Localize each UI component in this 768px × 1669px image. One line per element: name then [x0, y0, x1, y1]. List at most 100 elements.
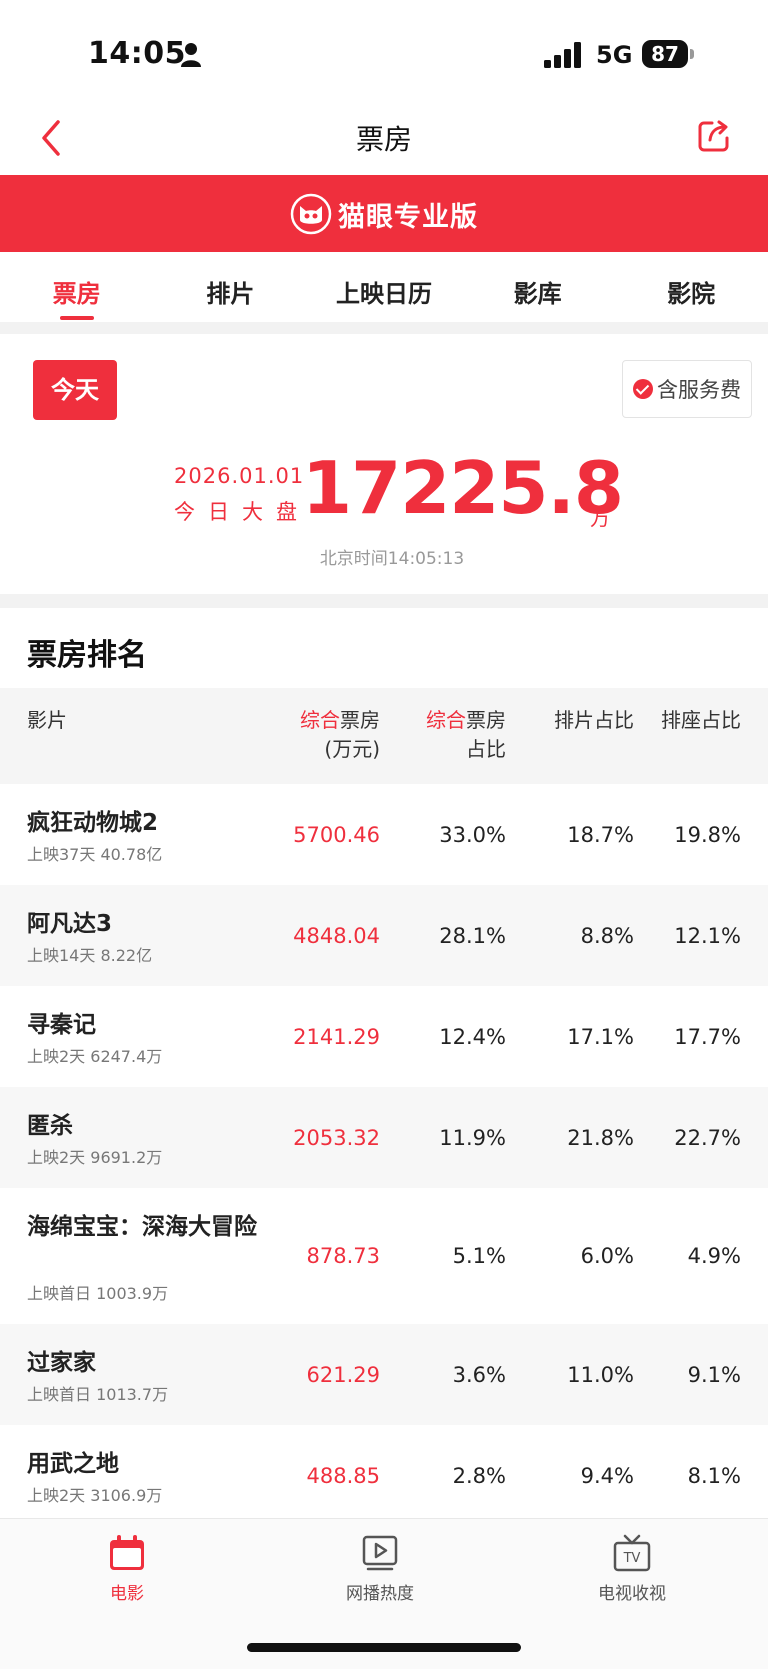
check-icon — [633, 379, 653, 399]
table-row[interactable]: 海绵宝宝：深海大冒险 上映首日 1003.9万 878.73 5.1% 6.0%… — [0, 1188, 768, 1324]
header-share-main: 票房 — [466, 708, 506, 732]
schedule-share-value: 9.4% — [580, 1463, 634, 1488]
tab-film-library[interactable]: 影库 — [461, 252, 615, 322]
box-share-value: 2.8% — [452, 1463, 506, 1488]
table-row[interactable]: 寻秦记 上映2天 6247.4万 2141.29 12.4% 17.1% 17.… — [0, 986, 768, 1087]
movie-name: 过家家 — [27, 1350, 96, 1376]
nav-bar: 票房 — [0, 110, 768, 176]
movie-release-info: 上映首日 1003.9万 — [27, 1284, 169, 1303]
seat-share-value: 9.1% — [687, 1362, 741, 1387]
update-time: 北京时间14:05:13 — [319, 549, 465, 569]
share-icon[interactable] — [696, 118, 732, 154]
person-icon — [181, 43, 201, 67]
divider — [0, 322, 768, 334]
table-row[interactable]: 过家家 上映首日 1013.7万 621.29 3.6% 11.0% 9.1% — [0, 1324, 768, 1425]
seat-share-value: 8.1% — [687, 1463, 741, 1488]
service-fee-label: 含服务费 — [657, 378, 741, 402]
schedule-share-value: 18.7% — [567, 822, 634, 847]
tab-release-calendar[interactable]: 上映日历 — [307, 252, 461, 322]
ranking-table: 疯狂动物城2 上映37天 40.78亿 5700.46 33.0% 18.7% … — [0, 784, 768, 1526]
movie-name: 寻秦记 — [27, 1012, 96, 1038]
header-box-prefix: 综合 — [300, 708, 340, 732]
box-share-value: 28.1% — [439, 923, 506, 948]
box-share-value: 5.1% — [452, 1244, 506, 1268]
status-bar: 14:05 5G 87 — [0, 0, 768, 110]
battery-icon: 87 — [642, 40, 688, 68]
box-share-value: 3.6% — [452, 1362, 506, 1387]
total-box-office: 17225.8 — [302, 446, 624, 530]
schedule-share-value: 21.8% — [567, 1125, 634, 1150]
box-office-value: 488.85 — [306, 1463, 380, 1488]
table-row[interactable]: 匿杀 上映2天 9691.2万 2053.32 11.9% 21.8% 22.7… — [0, 1087, 768, 1188]
box-share-value: 12.4% — [439, 1024, 506, 1049]
home-indicator[interactable] — [247, 1643, 521, 1652]
seat-share-value: 12.1% — [674, 923, 741, 948]
tab-box-office[interactable]: 票房 — [0, 252, 154, 322]
box-office-value: 4848.04 — [293, 923, 380, 948]
box-office-value: 5700.46 — [293, 822, 380, 847]
movie-release-info: 上映14天 8.22亿 — [27, 946, 153, 965]
header-box-share[interactable]: 综合票房 占比 — [426, 706, 506, 764]
movie-name: 疯狂动物城2 — [27, 810, 159, 836]
signal-icon — [544, 42, 581, 68]
movie-release-info: 上映首日 1013.7万 — [27, 1385, 169, 1404]
divider — [0, 594, 768, 608]
play-icon — [362, 1535, 398, 1571]
status-time: 14:05 — [88, 36, 186, 71]
cat-logo-icon — [290, 193, 332, 235]
header-box-main: 票房 — [340, 708, 380, 732]
table-row[interactable]: 阿凡达3 上映14天 8.22亿 4848.04 28.1% 8.8% 12.1… — [0, 885, 768, 986]
total-unit: 万 — [590, 506, 610, 530]
page-title: 票房 — [355, 123, 412, 156]
tab-schedule[interactable]: 排片 — [154, 252, 308, 322]
seat-share-value: 19.8% — [674, 822, 741, 847]
table-row[interactable]: 疯狂动物城2 上映37天 40.78亿 5700.46 33.0% 18.7% … — [0, 784, 768, 885]
movie-name: 海绵宝宝：深海大冒险 — [27, 1214, 257, 1240]
schedule-share-value: 11.0% — [567, 1362, 634, 1387]
header-share-line2: 占比 — [466, 737, 506, 761]
bottom-nav-label: 电视收视 — [598, 1584, 666, 1604]
box-share-value: 33.0% — [439, 822, 506, 847]
summary-date: 2026.01.01 — [174, 464, 305, 488]
schedule-share-value: 8.8% — [580, 923, 634, 948]
header-share-prefix: 综合 — [426, 708, 466, 732]
movie-release-info: 上映2天 9691.2万 — [27, 1148, 163, 1167]
bottom-nav-movies[interactable]: 电影 — [57, 1533, 197, 1604]
schedule-share-value: 17.1% — [567, 1024, 634, 1049]
brand-name: 猫眼专业版 — [338, 201, 478, 233]
bottom-nav-label: 网播热度 — [346, 1584, 414, 1604]
tab-cinemas[interactable]: 影院 — [614, 252, 768, 322]
tv-icon: TV — [613, 1534, 651, 1572]
today-button[interactable]: 今天 — [33, 360, 117, 420]
box-office-value: 2141.29 — [293, 1024, 380, 1049]
table-header: 影片 综合票房 (万元) 综合票房 占比 排片占比 排座占比 — [0, 688, 768, 784]
table-row[interactable]: 用武之地 上映2天 3106.9万 488.85 2.8% 9.4% 8.1% — [0, 1425, 768, 1526]
box-office-value: 2053.32 — [293, 1125, 380, 1150]
header-schedule-share[interactable]: 排片占比 — [554, 706, 634, 735]
tab-bar: 票房 排片 上映日历 影库 影院 — [0, 252, 768, 322]
movie-release-info: 上映37天 40.78亿 — [27, 845, 163, 864]
header-box-unit: (万元) — [324, 737, 380, 761]
brand-banner: 猫眼专业版 — [0, 175, 768, 252]
calendar-icon — [110, 1535, 144, 1570]
bottom-nav-tv-ratings[interactable]: TV 电视收视 — [562, 1533, 702, 1604]
network-type: 5G — [596, 41, 633, 69]
svg-text:TV: TV — [623, 1551, 641, 1566]
seat-share-value: 4.9% — [687, 1244, 741, 1268]
summary-label: 今日大盘 — [174, 500, 310, 524]
seat-share-value: 17.7% — [674, 1024, 741, 1049]
box-office-value: 621.29 — [306, 1362, 380, 1387]
header-box-office[interactable]: 综合票房 (万元) — [300, 706, 380, 764]
active-tab-indicator — [60, 316, 94, 320]
bottom-nav-streaming[interactable]: 网播热度 — [310, 1533, 450, 1604]
box-office-summary: 今天 含服务费 2026.01.01 今日大盘 17225.8 万 北京时间14… — [0, 334, 768, 594]
movie-release-info: 上映2天 6247.4万 — [27, 1047, 163, 1066]
header-seat-share[interactable]: 排座占比 — [661, 706, 741, 735]
service-fee-toggle[interactable]: 含服务费 — [622, 360, 752, 418]
movie-name: 用武之地 — [27, 1451, 119, 1477]
movie-name: 阿凡达3 — [27, 911, 113, 937]
ranking-title: 票房排名 — [27, 638, 147, 673]
battery-cap — [690, 49, 694, 59]
header-movie: 影片 — [27, 708, 67, 732]
box-share-value: 11.9% — [439, 1125, 506, 1150]
